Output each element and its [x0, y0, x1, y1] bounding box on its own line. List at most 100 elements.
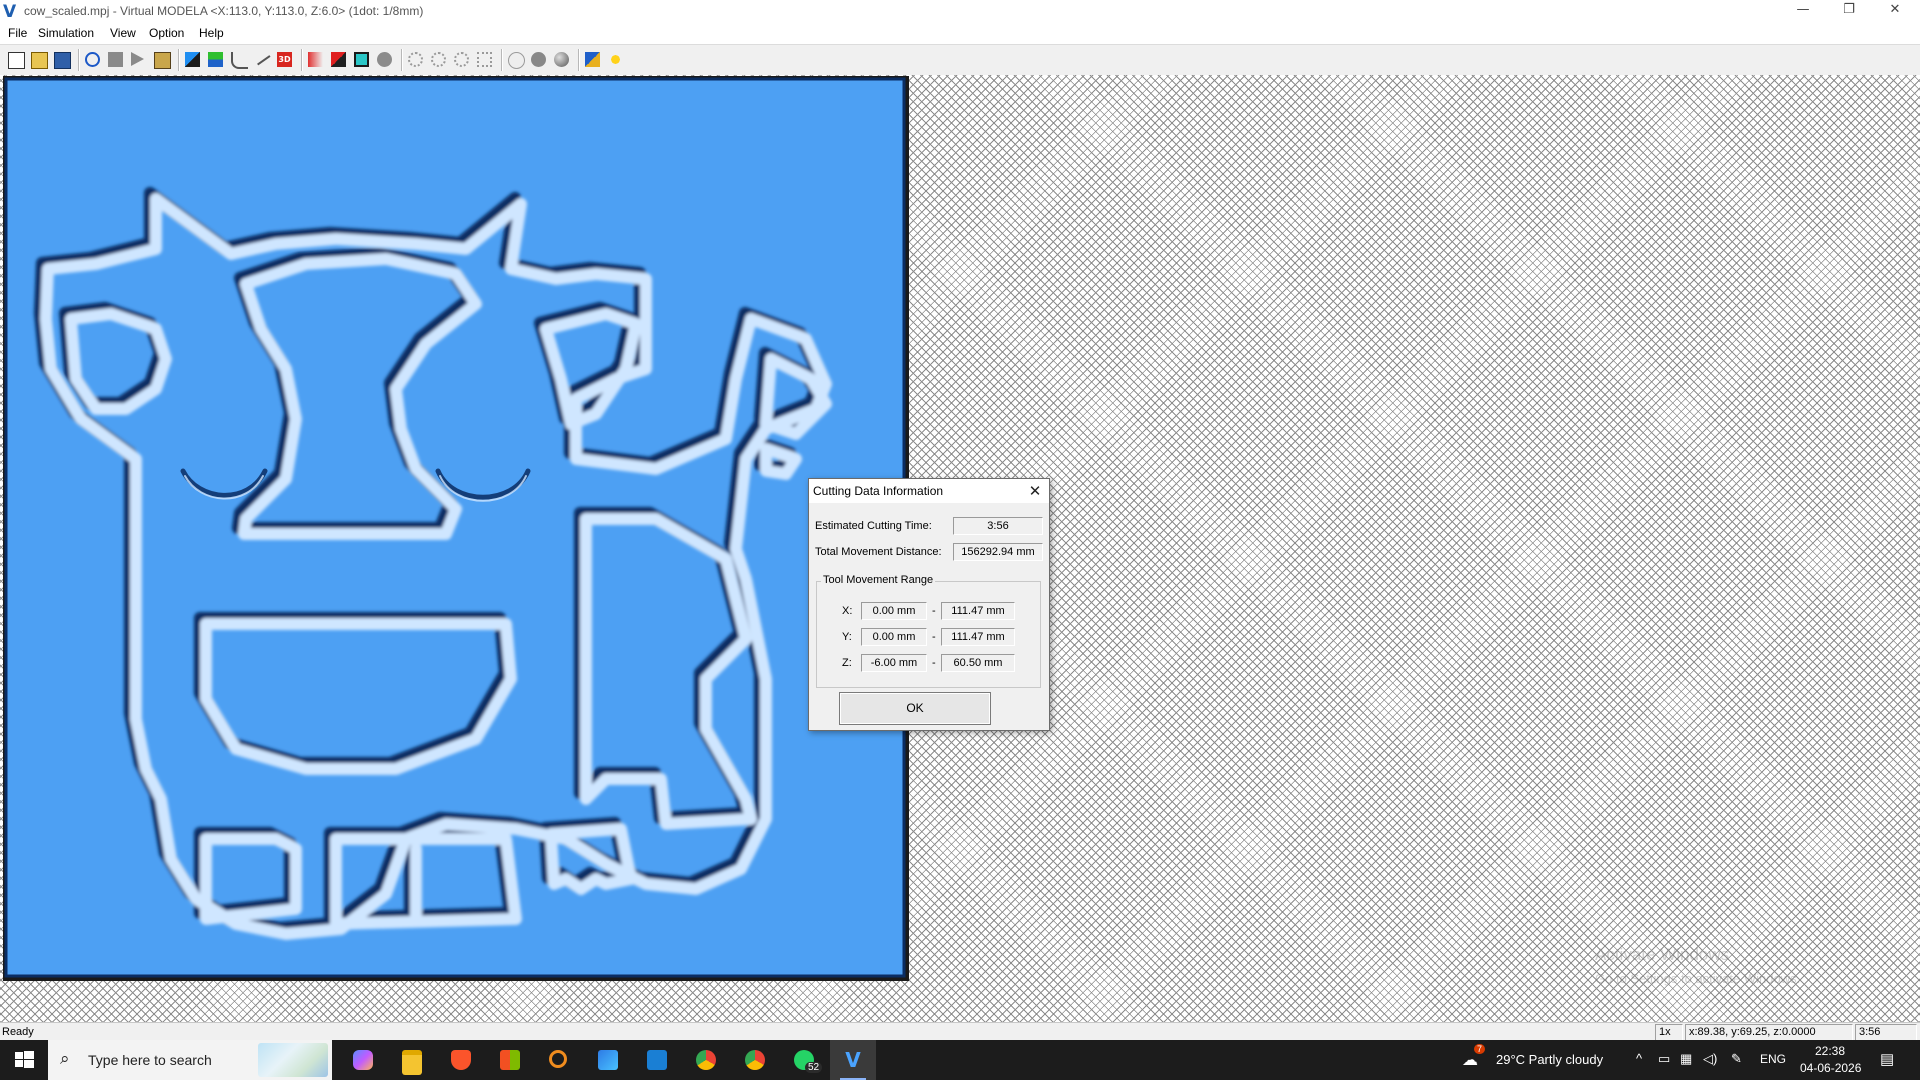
model-preview[interactable] — [3, 76, 909, 981]
copilot-icon[interactable] — [340, 1040, 386, 1080]
watermark-line2: Go to Settings to activate Windows. — [1595, 971, 1801, 986]
y-min-value: 0.00 mm — [861, 628, 927, 646]
brave-icon[interactable] — [438, 1040, 484, 1080]
x-min-value: 0.00 mm — [861, 602, 927, 620]
light-icon[interactable] — [606, 50, 626, 70]
x-max-value: 111.47 mm — [941, 602, 1015, 620]
weather-text[interactable]: 29°C Partly cloudy — [1496, 1052, 1603, 1067]
rotate-icon[interactable] — [83, 50, 103, 70]
clock-time[interactable]: 22:38 — [1815, 1044, 1845, 1058]
menu-option[interactable]: Option — [149, 26, 184, 40]
clock-date[interactable]: 04-06-2026 — [1800, 1061, 1861, 1075]
shade-icon[interactable] — [506, 50, 526, 70]
windows-logo-icon — [15, 1051, 34, 1068]
dialog-close-icon[interactable]: ✕ — [1024, 480, 1046, 502]
vscode-icon[interactable] — [634, 1040, 680, 1080]
z-max-value: 60.50 mm — [941, 654, 1015, 672]
y-range-label: Y: — [842, 631, 852, 643]
settings-icon[interactable] — [583, 50, 603, 70]
path-icon[interactable] — [229, 50, 249, 70]
shade-smooth-icon[interactable] — [552, 50, 572, 70]
minimize-button[interactable]: — — [1780, 0, 1826, 22]
start-button[interactable] — [0, 1040, 48, 1080]
zoom-icon[interactable] — [406, 50, 426, 70]
chrome-profile-icon[interactable] — [732, 1040, 778, 1080]
menu-simulation[interactable]: Simulation — [38, 26, 94, 40]
tool-movement-range-group: Tool Movement Range X: 0.00 mm - 111.47 … — [816, 574, 1041, 688]
menu-view[interactable]: View — [110, 26, 136, 40]
sphere-icon[interactable] — [375, 50, 395, 70]
volume-icon[interactable]: ◁) — [1703, 1051, 1717, 1067]
search-placeholder: Type here to search — [88, 1052, 212, 1068]
cursor-coordinates: x:89.38, y:69.25, z:0.0000 — [1689, 1026, 1816, 1038]
close-window-button[interactable]: ✕ — [1872, 0, 1918, 22]
menu-help[interactable]: Help — [199, 26, 224, 40]
zoom-fit-icon[interactable] — [475, 50, 495, 70]
whatsapp-icon[interactable]: 52 — [781, 1040, 827, 1080]
y-max-value: 111.47 mm — [941, 628, 1015, 646]
photos-icon[interactable] — [585, 1040, 631, 1080]
whatsapp-badge: 52 — [805, 1062, 823, 1073]
range-dash: - — [932, 605, 936, 617]
search-icon: ⌕ — [60, 1049, 70, 1068]
total-movement-value: 156292.94 mm — [953, 543, 1043, 561]
status-time: 3:56 — [1859, 1026, 1881, 1038]
store-icon[interactable] — [487, 1040, 533, 1080]
color-icon[interactable] — [306, 50, 326, 70]
title-bar: V cow_scaled.mpj - Virtual MODELA <X:113… — [0, 0, 1920, 23]
window-title: cow_scaled.mpj - Virtual MODELA <X:113.0… — [24, 4, 424, 18]
x-range-label: X: — [842, 605, 853, 617]
dialog-title: Cutting Data Information — [813, 484, 944, 498]
virtual-modela-icon[interactable]: V — [830, 1040, 876, 1080]
chevron-up-icon[interactable]: ^ — [1636, 1051, 1642, 1066]
surface-icon[interactable] — [183, 50, 203, 70]
status-text: Ready — [2, 1026, 34, 1038]
3d-view-icon[interactable]: 3D — [275, 50, 295, 70]
play-icon[interactable] — [129, 50, 149, 70]
new-icon[interactable] — [6, 50, 26, 70]
network-icon[interactable]: ▦ — [1680, 1051, 1692, 1067]
path-line-icon[interactable] — [252, 48, 272, 70]
search-app-icon[interactable] — [536, 1040, 582, 1080]
menu-file[interactable]: File — [8, 26, 27, 40]
cutter-icon[interactable] — [152, 50, 172, 70]
virtual-modela-logo-icon: V — [3, 2, 17, 22]
ok-button[interactable]: OK — [839, 692, 991, 725]
chrome-icon[interactable] — [683, 1040, 729, 1080]
range-dash: - — [932, 631, 936, 643]
estimated-time-value: 3:56 — [953, 517, 1043, 535]
contour-icon[interactable] — [206, 50, 226, 70]
battery-icon[interactable]: ▭ — [1658, 1051, 1670, 1067]
menu-bar: File Simulation View Option Help — [0, 23, 1920, 43]
search-highlight-image — [258, 1043, 328, 1077]
estimated-time-label: Estimated Cutting Time: — [815, 520, 932, 532]
pen-icon[interactable]: ✎ — [1731, 1051, 1742, 1067]
status-bar: Ready 1x x:89.38, y:69.25, z:0.0000 3:56 — [0, 1022, 1920, 1042]
zoom-level: 1x — [1659, 1026, 1671, 1038]
shade-solid-icon[interactable] — [529, 50, 549, 70]
z-min-value: -6.00 mm — [861, 654, 927, 672]
z-range-label: Z: — [842, 657, 852, 669]
file-explorer-icon[interactable] — [389, 1040, 435, 1080]
cutting-data-dialog: Cutting Data Information ✕ Estimated Cut… — [808, 478, 1050, 731]
watermark-line1: Activate Windows — [1595, 945, 1730, 964]
taskbar: ⌕ Type here to search 52 V ☁ 7 29°C Part… — [0, 1040, 1920, 1080]
language-indicator[interactable]: ENG — [1760, 1052, 1786, 1066]
range-dash: - — [932, 657, 936, 669]
zoom-out-icon[interactable] — [452, 50, 472, 70]
frame-icon[interactable] — [352, 50, 372, 70]
activate-windows-watermark: Activate Windows Go to Settings to activ… — [1595, 945, 1800, 986]
notification-icon[interactable]: ▤ — [1880, 1050, 1894, 1068]
weather-alert-badge: 7 — [1474, 1044, 1486, 1054]
total-movement-label: Total Movement Distance: — [815, 546, 942, 558]
dialog-title-bar[interactable]: Cutting Data Information ✕ — [809, 479, 1049, 503]
restore-button[interactable]: ❐ — [1826, 0, 1872, 22]
toolbar: 3D — [0, 44, 1920, 76]
open-icon[interactable] — [29, 50, 49, 70]
taskbar-search[interactable]: ⌕ Type here to search — [48, 1040, 332, 1080]
group-title: Tool Movement Range — [821, 574, 936, 586]
material-icon[interactable] — [329, 50, 349, 70]
zoom-in-icon[interactable] — [429, 50, 449, 70]
save-icon[interactable] — [52, 50, 72, 70]
stop-icon[interactable] — [106, 50, 126, 70]
